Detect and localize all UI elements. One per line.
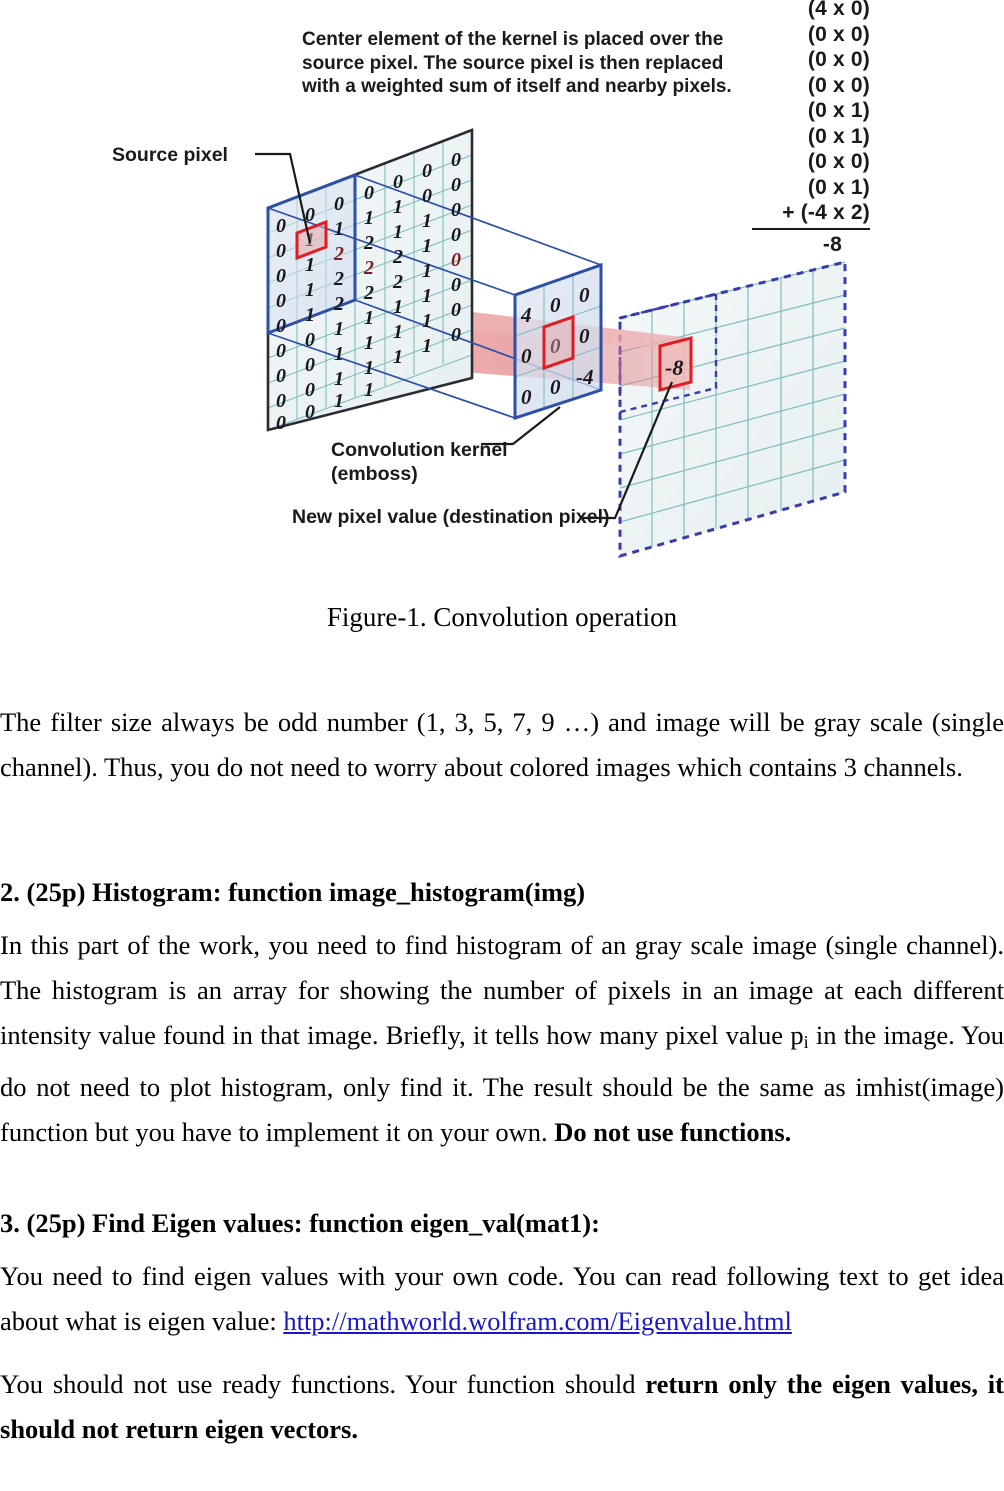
svg-text:1: 1 (334, 368, 344, 390)
svg-text:1: 1 (422, 285, 432, 307)
svg-text:2: 2 (333, 293, 344, 315)
svg-text:0: 0 (521, 344, 532, 368)
paragraph-histogram: In this part of the work, you need to fi… (0, 923, 1004, 1155)
section-3-heading: 3. (25p) Find Eigen values: function eig… (0, 1207, 600, 1238)
calc-line: (0 x 0) (807, 150, 870, 173)
svg-text:0: 0 (276, 215, 286, 237)
svg-text:0: 0 (550, 293, 561, 317)
svg-text:2: 2 (333, 268, 344, 290)
svg-text:0: 0 (451, 249, 461, 271)
destination-pixel-highlight: -8 (658, 336, 693, 392)
histogram-bold-note: Do not use functions. (554, 1116, 792, 1147)
svg-text:0: 0 (276, 290, 286, 312)
svg-text:1: 1 (393, 221, 403, 243)
svg-text:0: 0 (305, 401, 315, 423)
calc-line-sum: + (-4 x 2) (782, 201, 870, 224)
figure-caption: Figure-1. Convolution operation (326, 602, 678, 632)
svg-text:0: 0 (276, 412, 286, 434)
eigenvalue-reference-link[interactable]: http://mathworld.wolfram.com/Eigenvalue.… (283, 1306, 792, 1336)
svg-text:0: 0 (305, 379, 315, 401)
svg-text:2: 2 (363, 282, 374, 304)
kernel-center-highlight (542, 314, 575, 371)
svg-text:1: 1 (422, 260, 432, 282)
svg-text:0: 0 (305, 354, 315, 376)
new-pixel-value-label: New pixel value (destination pixel) (292, 506, 610, 528)
calc-line: (4 x 0) (807, 0, 870, 20)
source-pixel-label: Source pixel (112, 144, 228, 166)
svg-text:0: 0 (422, 185, 432, 207)
svg-text:2: 2 (363, 232, 374, 254)
svg-text:1: 1 (422, 335, 432, 357)
svg-text:0: 0 (550, 375, 561, 399)
svg-text:0: 0 (305, 329, 315, 351)
svg-text:1: 1 (334, 218, 344, 240)
paragraph-eigen-requirements: You should not use ready functions. Your… (0, 1362, 1004, 1452)
svg-text:2: 2 (392, 271, 403, 293)
figure-1-convolution-diagram: 000 0000 011 1100 012 2110 012 2210 012 … (0, 0, 1004, 590)
kernel-explanation-note: Center element of the kernel is placed o… (302, 29, 732, 97)
calc-divider (752, 227, 870, 230)
calc-total: -8 (822, 232, 842, 256)
svg-text:0: 0 (451, 324, 461, 346)
paragraph-eigen-intro: You need to find eigen values with your … (0, 1254, 1004, 1344)
svg-text:0: 0 (451, 274, 461, 296)
destination-plane (618, 260, 847, 558)
svg-text:1: 1 (305, 279, 315, 301)
svg-text:0: 0 (393, 171, 403, 193)
svg-text:0: 0 (579, 283, 590, 307)
svg-text:1: 1 (422, 310, 432, 332)
svg-text:0: 0 (451, 149, 461, 171)
svg-text:1: 1 (393, 196, 403, 218)
svg-text:1: 1 (334, 318, 344, 340)
svg-text:1: 1 (334, 343, 344, 365)
svg-text:1: 1 (364, 379, 374, 401)
svg-text:0: 0 (276, 315, 286, 337)
svg-text:0: 0 (422, 160, 432, 182)
svg-text:1: 1 (364, 357, 374, 379)
svg-text:0: 0 (451, 199, 461, 221)
svg-text:0: 0 (451, 299, 461, 321)
svg-text:0: 0 (276, 390, 286, 412)
svg-text:-4: -4 (576, 365, 594, 389)
document-body: The filter size always be odd number (1,… (0, 700, 1004, 1452)
svg-text:1: 1 (393, 346, 403, 368)
svg-text:1: 1 (305, 304, 315, 326)
svg-text:2: 2 (363, 257, 374, 279)
svg-text:0: 0 (334, 193, 344, 215)
svg-text:2: 2 (333, 243, 344, 265)
svg-text:0: 0 (276, 340, 286, 362)
calc-line: (0 x 1) (807, 99, 870, 122)
svg-text:0: 0 (364, 182, 374, 204)
svg-text:0: 0 (521, 385, 532, 409)
svg-text:1: 1 (364, 332, 374, 354)
paragraph-filter-size: The filter size always be odd number (1,… (0, 707, 1004, 782)
calc-line: (0 x 1) (807, 124, 870, 148)
svg-text:1: 1 (305, 254, 315, 276)
svg-text:2: 2 (392, 246, 403, 268)
calc-line: (0 x 1) (807, 175, 870, 199)
svg-text:0: 0 (276, 365, 286, 387)
destination-pixel-value: -8 (665, 355, 683, 380)
svg-text:1: 1 (334, 390, 344, 412)
svg-text:1: 1 (393, 296, 403, 318)
svg-text:0: 0 (579, 324, 590, 348)
svg-text:1: 1 (364, 307, 374, 329)
svg-text:0: 0 (276, 265, 286, 287)
svg-text:1: 1 (422, 235, 432, 257)
svg-text:0: 0 (451, 174, 461, 196)
eigen-req-text: You should not use ready functions. Your… (0, 1368, 646, 1399)
svg-text:1: 1 (422, 210, 432, 232)
svg-text:1: 1 (364, 207, 374, 229)
svg-text:4: 4 (520, 303, 532, 327)
convolution-kernel-label: Convolution kernel (emboss) (331, 439, 508, 485)
svg-text:0: 0 (276, 240, 286, 262)
section-2-heading: 2. (25p) Histogram: function image_histo… (0, 877, 586, 907)
svg-text:1: 1 (393, 321, 403, 343)
svg-text:0: 0 (451, 224, 461, 246)
